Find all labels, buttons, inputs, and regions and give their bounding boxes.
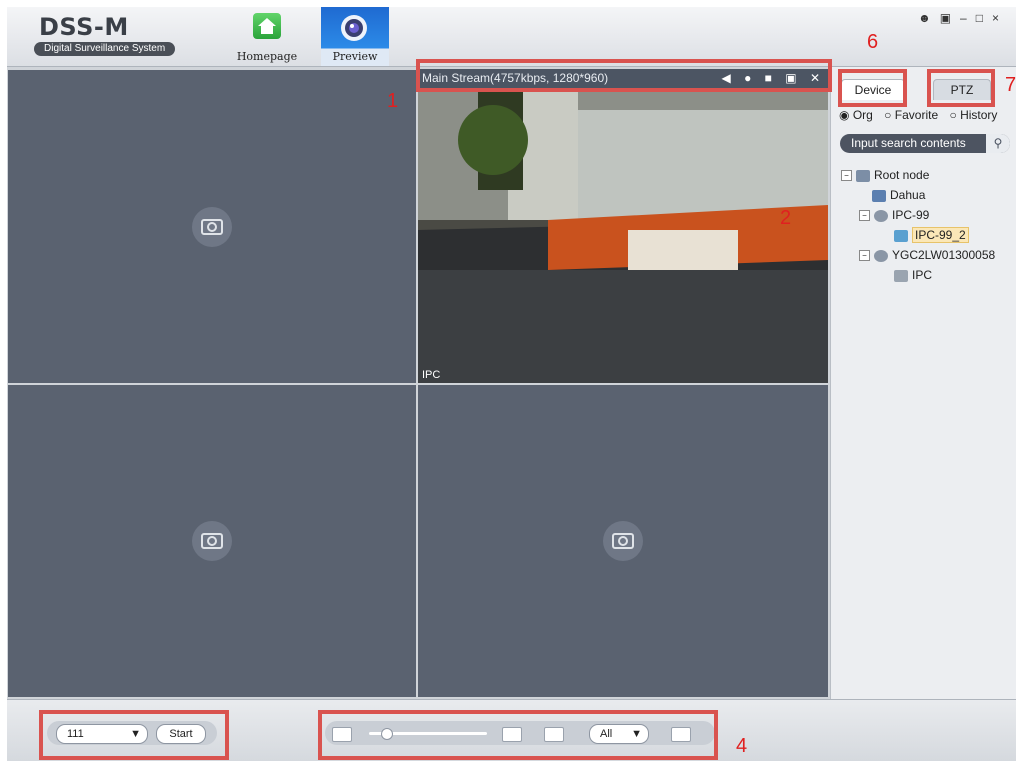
nav-homepage-label: Homepage (236, 50, 298, 63)
nav-preview[interactable]: Preview (321, 7, 389, 66)
collapse-toggle-icon[interactable]: − (859, 250, 870, 262)
search-placeholder: Input search contents (851, 136, 966, 150)
device-icon (874, 209, 888, 222)
live-video-frame (418, 70, 828, 383)
annotation-box-4 (318, 710, 718, 760)
org-icon (856, 169, 870, 182)
annotation-number-7: 7 (1005, 74, 1016, 96)
camera-lens-icon (341, 15, 367, 41)
tree-node-dahua[interactable]: Dahua (872, 187, 925, 203)
nav-homepage[interactable]: Homepage (233, 7, 301, 66)
nav-preview-label: Preview (332, 50, 378, 63)
annotation-number-2: 2 (780, 207, 792, 229)
search-icon[interactable]: ⚲ (986, 134, 1010, 153)
tree-node-ygc2lw01300058[interactable]: − YGC2LW01300058 (859, 247, 995, 263)
tree-node-root[interactable]: − Root node (841, 167, 929, 183)
device-panel: Device PTZ ◉ Org ○ Favorite ○ History In… (830, 67, 1016, 699)
collapse-toggle-icon[interactable]: − (859, 210, 870, 222)
annotation-number-4: 4 (736, 735, 748, 757)
annotation-box-bottom-left (39, 710, 229, 760)
window-controls: ☻▣–□× (918, 11, 1008, 25)
user-icon[interactable]: ☻ (918, 11, 940, 25)
annotation-box-7 (927, 69, 995, 107)
annotation-box-1 (416, 59, 832, 92)
tree-node-ipc[interactable]: IPC (894, 267, 932, 283)
video-grid: IPC Main Stream(4757kbps, 1280*960) ◀ ● … (7, 67, 830, 699)
radio-favorite-label: Favorite (894, 108, 939, 122)
close-icon[interactable]: × (992, 11, 1008, 25)
device-icon (874, 249, 888, 262)
tree-node-ipc-99-2[interactable]: IPC-99_2 (894, 227, 969, 243)
header: DSS-M Digital Surveillance System Homepa… (7, 7, 1016, 67)
no-video-camera-icon (603, 521, 643, 561)
collapse-toggle-icon[interactable]: − (841, 170, 852, 182)
tree-node-label: IPC-99_2 (912, 227, 969, 243)
tree-mode-radios: ◉ Org ○ Favorite ○ History (839, 108, 1005, 122)
tree-node-label: Dahua (890, 188, 926, 202)
video-cell-4[interactable] (418, 385, 828, 697)
video-cell-2[interactable]: IPC (418, 70, 828, 383)
radio-history-label: History (960, 108, 998, 122)
no-video-camera-icon (192, 521, 232, 561)
camera-icon (894, 269, 908, 282)
radio-favorite[interactable]: ○ Favorite (884, 108, 942, 122)
tree-node-label: IPC (912, 268, 933, 282)
home-icon (253, 13, 281, 39)
no-video-camera-icon (192, 206, 232, 247)
annotation-box-6 (838, 69, 907, 107)
radio-org-label: Org (852, 108, 873, 122)
channel-label: IPC (422, 369, 441, 381)
video-cell-3[interactable] (8, 385, 416, 697)
tree-node-label: Root node (874, 168, 930, 182)
lock-icon[interactable]: ▣ (940, 11, 960, 25)
annotation-number-1: 1 (387, 90, 399, 112)
tree-node-ipc-99[interactable]: − IPC-99 (859, 207, 929, 223)
app-window: DSS-M Digital Surveillance System Homepa… (7, 7, 1016, 761)
search-input[interactable]: Input search contents ⚲ (840, 134, 1010, 153)
radio-org[interactable]: ◉ Org (839, 108, 877, 122)
logo-subtitle: Digital Surveillance System (34, 42, 176, 56)
maximize-icon[interactable]: □ (976, 11, 992, 25)
minimize-icon[interactable]: – (960, 11, 976, 25)
radio-history[interactable]: ○ History (949, 108, 1001, 122)
annotation-number-6: 6 (867, 31, 879, 53)
logo-title: DSS-M (39, 13, 129, 41)
tree-node-label: IPC-99 (892, 208, 930, 222)
camera-icon (894, 229, 908, 242)
video-cell-1[interactable] (8, 70, 416, 383)
network-icon (872, 189, 886, 202)
tree-node-label: YGC2LW01300058 (892, 248, 996, 262)
